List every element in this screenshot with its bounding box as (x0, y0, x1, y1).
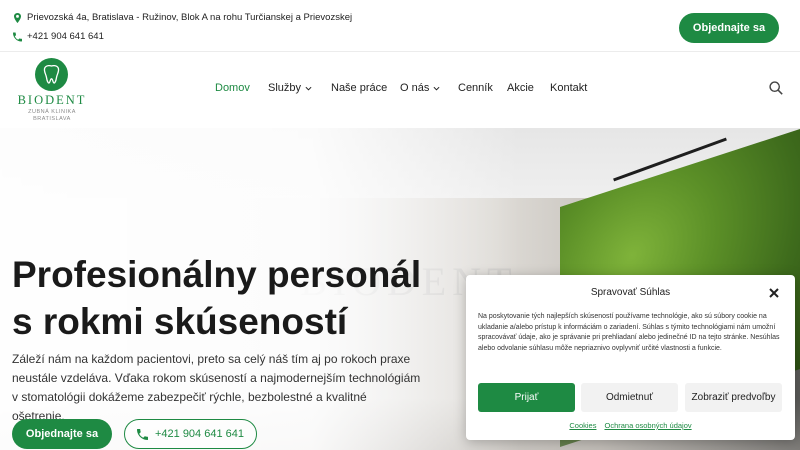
cookie-dialog-title: Spravovať Súhlas (590, 287, 671, 298)
nav-item-kontakt[interactable]: Kontakt (550, 82, 587, 94)
address-text: Prievozská 4a, Bratislava - Ružinov, Blo… (27, 12, 353, 23)
logo-subtitle: ZUBNÁ KLINIKA BRATISLAVA (28, 109, 76, 122)
nav-item-sluzby[interactable]: Služby (268, 82, 312, 94)
cookies-policy-link[interactable]: Cookies (569, 421, 596, 430)
phone-icon (13, 32, 22, 41)
tooth-logo-icon (35, 58, 68, 91)
nav-item-domov[interactable]: Domov (215, 82, 250, 94)
chevron-down-icon (305, 86, 312, 91)
nav-item-o-nas[interactable]: O nás (400, 82, 440, 94)
phone-line[interactable]: +421 904 641 641 (13, 31, 104, 42)
top-bar: Prievozská 4a, Bratislava - Ružinov, Blo… (0, 0, 800, 52)
nav-item-nase-prace[interactable]: Naše práce (331, 82, 387, 94)
hero-description: Záleží nám na každom pacientovi, preto s… (12, 352, 421, 423)
phone-icon (136, 428, 148, 440)
close-icon[interactable] (768, 286, 780, 298)
call-phone-button[interactable]: +421 904 641 641 (124, 419, 257, 449)
view-preferences-button[interactable]: Zobraziť predvoľby (685, 383, 782, 412)
search-icon[interactable] (769, 81, 783, 95)
address-line: Prievozská 4a, Bratislava - Ružinov, Blo… (13, 12, 352, 23)
logo-name: BIODENT (17, 93, 87, 107)
location-pin-icon (14, 12, 21, 23)
nav-item-cennik[interactable]: Cenník (458, 82, 493, 94)
cookie-dialog-text: Na poskytovanie tých najlepších skúsenos… (478, 313, 780, 352)
nav-item-akcie[interactable]: Akcie (507, 82, 534, 94)
book-appointment-button-top[interactable]: Objednajte sa (679, 13, 779, 43)
site-logo[interactable]: BIODENT ZUBNÁ KLINIKA BRATISLAVA (12, 56, 92, 126)
book-appointment-button-hero[interactable]: Objednajte sa (12, 419, 112, 449)
accept-cookies-button[interactable]: Prijať (478, 383, 575, 412)
cookie-links: Cookies Ochrana osobných údajov (466, 421, 795, 430)
deny-cookies-button[interactable]: Odmietnuť (581, 383, 678, 412)
hero-title: Profesionálny personál s rokmi skúsenost… (12, 254, 422, 342)
chevron-down-icon (433, 86, 440, 91)
privacy-policy-link[interactable]: Ochrana osobných údajov (604, 421, 691, 430)
phone-text: +421 904 641 641 (27, 31, 104, 42)
site-header: BIODENT ZUBNÁ KLINIKA BRATISLAVA Domov S… (0, 52, 800, 128)
cookie-consent-dialog: Spravovať Súhlas Na poskytovanie tých na… (466, 275, 795, 440)
